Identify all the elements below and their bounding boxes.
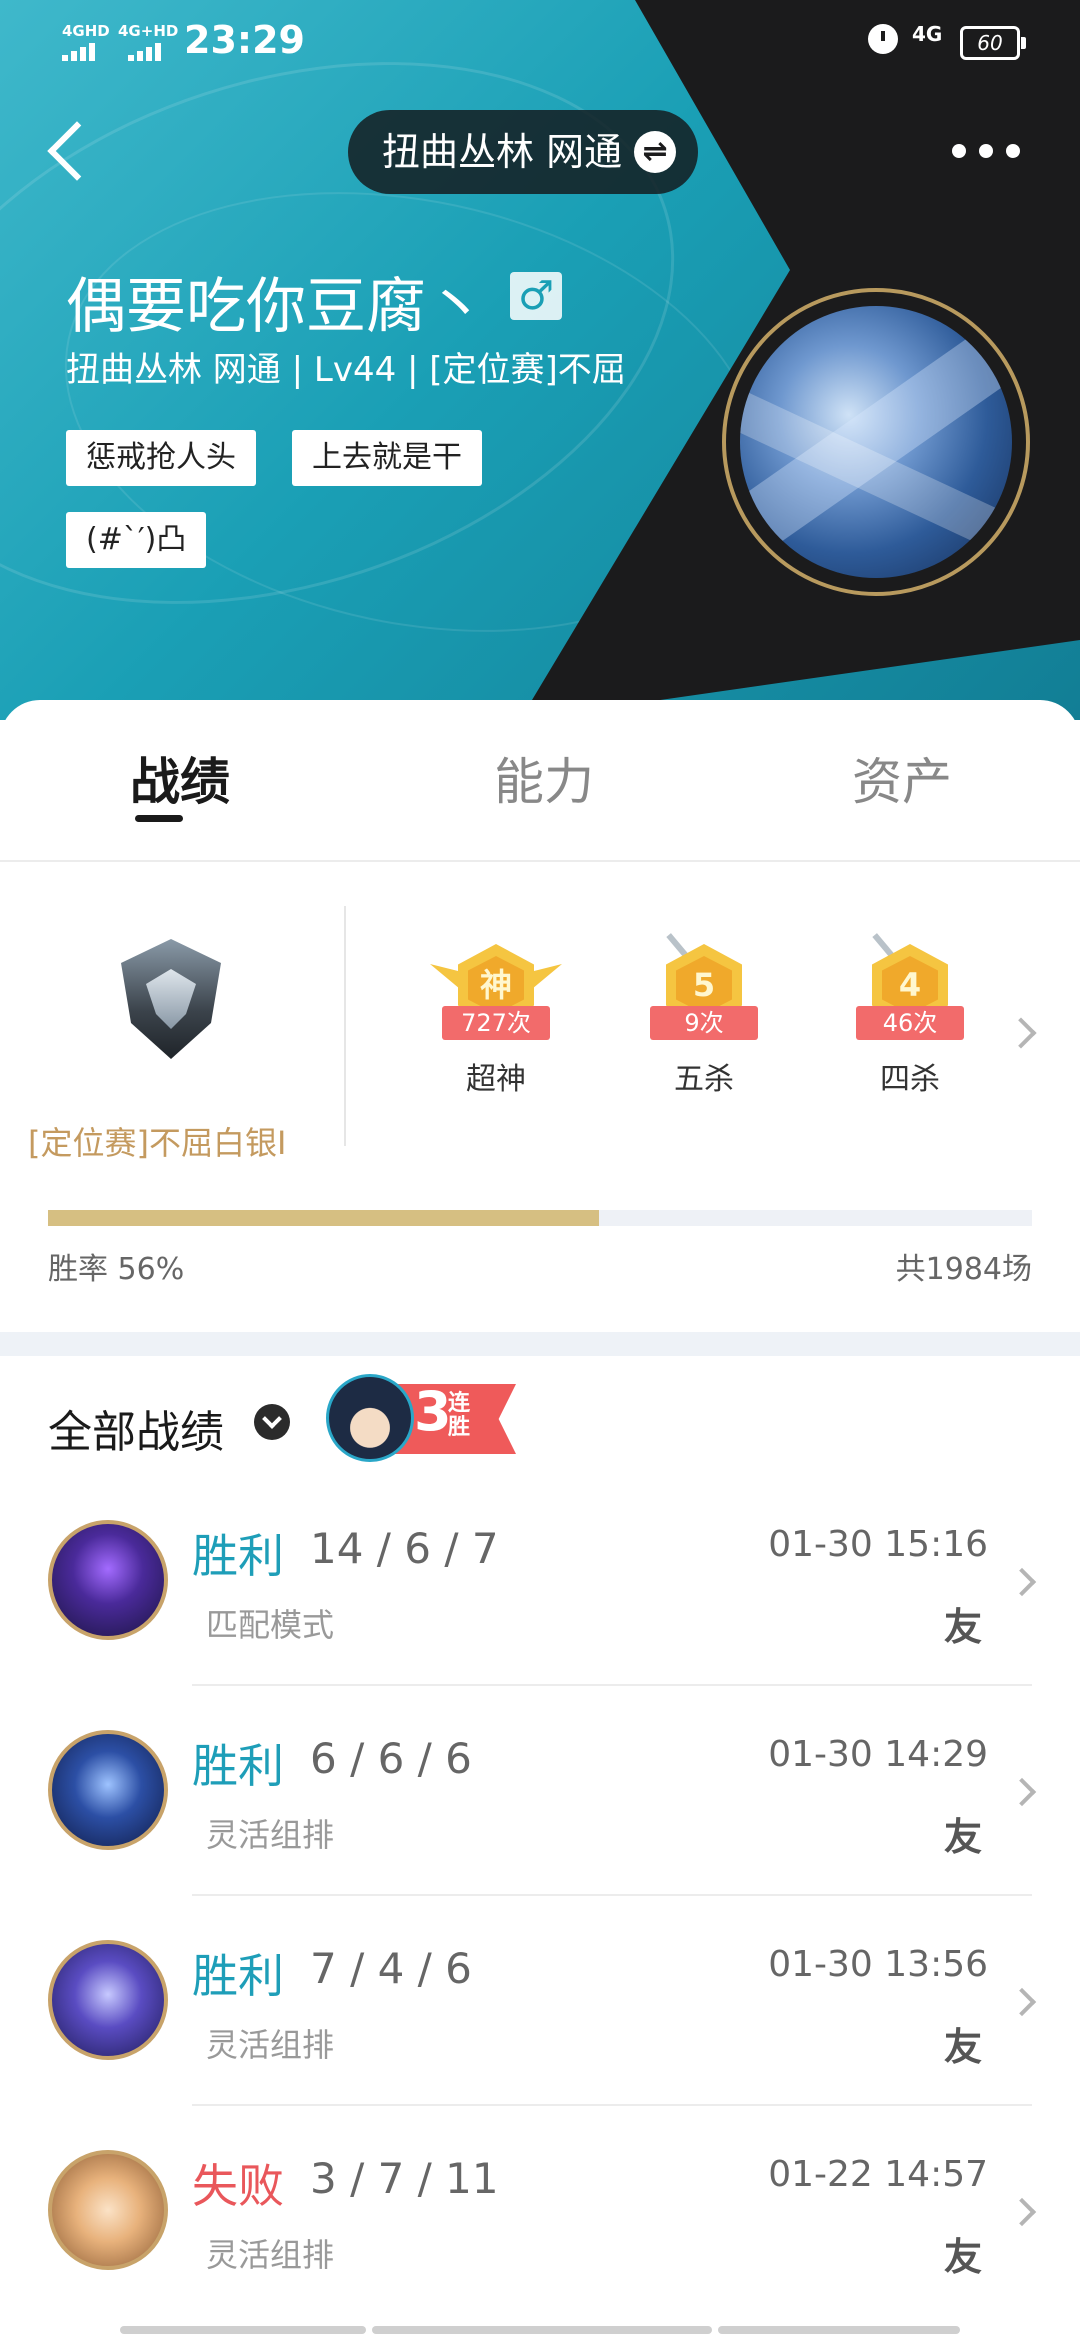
champion-avatar xyxy=(48,1520,168,1640)
male-gender-icon: ♂ xyxy=(510,272,562,320)
friend-badge: 友 xyxy=(943,1815,982,1859)
profile-header: 4GHD 4G+HD 23:29 4G 60 扭曲丛林 网通 ⇌ 偶要吃你豆腐丶… xyxy=(0,0,1080,720)
player-avatar[interactable] xyxy=(722,288,1030,596)
win-rate-bar xyxy=(48,1210,1032,1226)
streak-count: 3 xyxy=(414,1380,452,1443)
rank-label: [定位赛]不屈白银I xyxy=(28,1124,287,1162)
chevron-right-icon xyxy=(1007,1987,1037,2017)
match-result: 胜利 xyxy=(192,1529,284,1583)
match-kda: 3 / 7 / 11 xyxy=(310,2154,499,2203)
tab-bar: 战绩 能力 资产 xyxy=(0,700,1080,863)
match-row[interactable]: 失败 3 / 7 / 11 灵活组排 01-22 14:57 友 xyxy=(0,2106,1080,2316)
alarm-icon xyxy=(868,24,898,54)
badge-label: 超神 xyxy=(466,1062,526,1097)
records-filter-label[interactable]: 全部战绩 xyxy=(48,1396,224,1460)
tab-ability[interactable]: 能力 xyxy=(494,742,594,814)
streak-text: 连胜 xyxy=(448,1391,471,1440)
match-time: 01-22 14:57 xyxy=(768,2154,988,2195)
friend-badge: 友 xyxy=(943,1605,982,1649)
match-time: 01-30 15:16 xyxy=(768,1524,988,1565)
signal-bars-icon xyxy=(62,42,98,61)
match-mode: 灵活组排 xyxy=(206,1816,335,1854)
match-time: 01-30 13:56 xyxy=(768,1944,988,1985)
battery-icon: 60 xyxy=(960,26,1026,60)
server-label: 扭曲丛林 网通 xyxy=(382,130,623,174)
tab-records[interactable]: 战绩 xyxy=(130,742,230,814)
champion-avatar xyxy=(48,1940,168,2060)
badge-count: 727次 xyxy=(442,1006,550,1040)
back-button[interactable] xyxy=(38,118,98,188)
champion-avatar xyxy=(48,2150,168,2270)
status-bar: 4GHD 4G+HD 23:29 4G 60 xyxy=(0,0,1080,84)
match-mode: 灵活组排 xyxy=(206,2236,335,2274)
network-label: 4G xyxy=(912,22,943,46)
win-rate-fill xyxy=(48,1210,600,1226)
match-result: 胜利 xyxy=(192,1739,284,1793)
chevron-right-icon[interactable] xyxy=(1005,1017,1037,1049)
match-mode: 灵活组排 xyxy=(206,2026,335,2064)
player-info: 扭曲丛林 网通 | Lv44 | [定位赛]不屈 xyxy=(66,350,626,390)
match-mode: 匹配模式 xyxy=(206,1606,335,1644)
switch-icon: ⇌ xyxy=(634,131,677,173)
match-kda: 7 / 4 / 6 xyxy=(310,1944,472,1993)
badge-label: 四杀 xyxy=(880,1062,940,1097)
signal-bars-icon xyxy=(128,42,164,61)
streak-avatar-icon xyxy=(326,1374,414,1462)
signal-label-1: 4GHD xyxy=(62,22,110,40)
match-row[interactable]: 胜利 7 / 4 / 6 灵活组排 01-30 13:56 友 xyxy=(0,1896,1080,2106)
badge-count: 9次 xyxy=(650,1006,758,1040)
rank-emblem-icon xyxy=(106,924,236,1074)
match-row[interactable]: 胜利 6 / 6 / 6 灵活组排 01-30 14:29 友 xyxy=(0,1686,1080,1896)
player-tag: 惩戒抢人头 xyxy=(66,430,256,486)
signal-label-2: 4G+HD xyxy=(118,22,179,40)
avatar-image xyxy=(740,306,1012,578)
divider xyxy=(344,906,346,1146)
match-kda: 14 / 6 / 7 xyxy=(310,1524,499,1573)
chevron-right-icon xyxy=(1007,1777,1037,1807)
match-kda: 6 / 6 / 6 xyxy=(310,1734,472,1783)
player-tag: 上去就是干 xyxy=(292,430,482,486)
player-name: 偶要吃你豆腐丶 xyxy=(66,272,486,342)
section-divider xyxy=(0,1332,1080,1356)
match-time: 01-30 14:29 xyxy=(768,1734,988,1775)
player-tag: (#`′)凸 xyxy=(66,512,207,568)
chevron-down-icon[interactable] xyxy=(254,1404,290,1440)
records-header: 全部战绩 3 连胜 xyxy=(0,1356,1080,1476)
chevron-right-icon xyxy=(1007,1567,1037,1597)
clock: 23:29 xyxy=(184,18,305,62)
win-streak-badge: 3 连胜 xyxy=(326,1374,516,1464)
friend-badge: 友 xyxy=(943,2025,982,2069)
match-result: 胜利 xyxy=(192,1949,284,2003)
match-row[interactable]: 胜利 14 / 6 / 7 匹配模式 01-30 15:16 友 xyxy=(0,1476,1080,1686)
badge-label: 五杀 xyxy=(674,1062,734,1097)
bottom-scroll-indicator xyxy=(0,2326,1080,2334)
chevron-right-icon xyxy=(1007,2197,1037,2227)
win-rate-label: 胜率 56% xyxy=(48,1252,185,1287)
active-tab-indicator xyxy=(135,815,183,822)
stats-panel: [定位赛]不屈白银I 神 727次 超神 5 9次 五杀 4 46次 四杀 胜率… xyxy=(0,862,1080,1332)
server-switch-button[interactable]: 扭曲丛林 网通 ⇌ xyxy=(348,110,699,194)
tab-assets[interactable]: 资产 xyxy=(852,742,952,814)
total-games-label: 共1984场 xyxy=(895,1252,1032,1287)
match-result: 失败 xyxy=(192,2159,284,2213)
more-button[interactable] xyxy=(944,134,1028,168)
friend-badge: 友 xyxy=(943,2235,982,2279)
badge-count: 46次 xyxy=(856,1006,964,1040)
champion-avatar xyxy=(48,1730,168,1850)
